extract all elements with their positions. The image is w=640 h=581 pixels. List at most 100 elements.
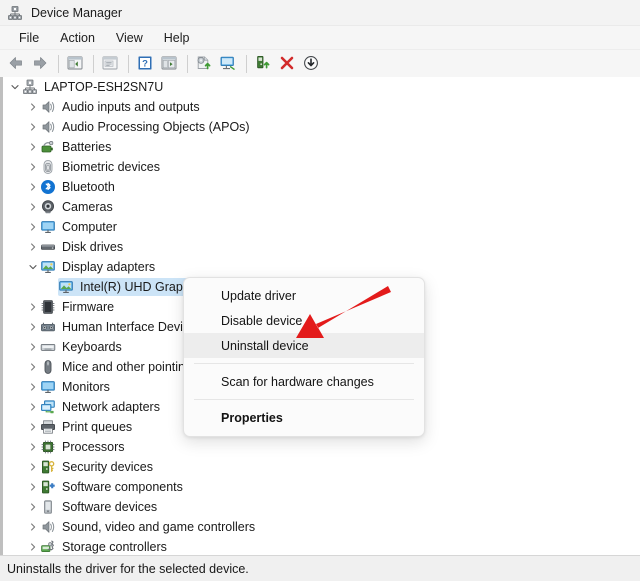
tree-item[interactable]: Computer — [0, 217, 640, 237]
tree-item[interactable]: Software devices — [0, 497, 640, 517]
tree-item-label: Audio inputs and outputs — [62, 99, 200, 115]
software-device-icon — [40, 499, 56, 515]
menu-file[interactable]: File — [10, 29, 48, 47]
show-hide-action-pane-icon — [160, 54, 178, 75]
toolbar-back[interactable] — [5, 53, 27, 75]
chevron-right-icon[interactable] — [26, 157, 40, 177]
speaker-icon — [40, 519, 56, 535]
computer-root-icon — [22, 79, 38, 95]
chevron-down-icon[interactable] — [26, 257, 40, 277]
ctx-properties[interactable]: Properties — [184, 405, 424, 430]
tree-item-label: Human Interface Devices — [62, 319, 202, 335]
tree-item-label: Bluetooth — [62, 179, 115, 195]
toolbar-forward[interactable] — [29, 53, 51, 75]
chevron-right-icon[interactable] — [26, 137, 40, 157]
speaker-icon — [40, 119, 56, 135]
chevron-right-icon[interactable] — [26, 357, 40, 377]
device-manager-icon — [7, 5, 23, 21]
chevron-right-icon[interactable] — [26, 417, 40, 437]
chevron-right-icon[interactable] — [26, 217, 40, 237]
tree-item[interactable]: Security devices — [0, 457, 640, 477]
toolbar-enable-device[interactable] — [252, 53, 274, 75]
tree-no-chevron — [44, 277, 58, 297]
tree-item[interactable]: Disk drives — [0, 237, 640, 257]
toolbar-help[interactable]: ? — [134, 53, 156, 75]
ctx-scan-hardware-changes[interactable]: Scan for hardware changes — [184, 369, 424, 394]
show-hide-console-tree-icon — [66, 54, 84, 75]
tree-item[interactable]: Processors — [0, 437, 640, 457]
tree-item[interactable]: Sound, video and game controllers — [0, 517, 640, 537]
menu-bar: FileActionViewHelp — [0, 26, 640, 50]
toolbar-uninstall-device[interactable] — [276, 53, 298, 75]
context-menu[interactable]: Update driverDisable deviceUninstall dev… — [183, 277, 425, 437]
tree-root-item[interactable]: LAPTOP-ESH2SN7U — [0, 77, 640, 97]
mouse-icon — [40, 359, 56, 375]
security-device-icon — [40, 459, 56, 475]
chevron-right-icon[interactable] — [26, 97, 40, 117]
monitor-icon — [40, 219, 56, 235]
tree-item[interactable]: Software components — [0, 477, 640, 497]
monitor-icon — [40, 379, 56, 395]
toolbar-separator — [58, 55, 59, 73]
bluetooth-icon — [40, 179, 56, 195]
toolbar-console-tree[interactable] — [64, 53, 86, 75]
tree-item[interactable]: Storage controllers — [0, 537, 640, 556]
ctx-uninstall-device[interactable]: Uninstall device — [184, 333, 424, 358]
chevron-right-icon[interactable] — [26, 537, 40, 556]
tree-item[interactable]: Audio inputs and outputs — [0, 97, 640, 117]
camera-icon — [40, 199, 56, 215]
toolbar: ? — [0, 50, 640, 79]
firmware-icon — [40, 299, 56, 315]
chevron-right-icon[interactable] — [26, 457, 40, 477]
toolbar-separator — [187, 55, 188, 73]
toolbar-action-pane[interactable] — [158, 53, 180, 75]
chevron-right-icon[interactable] — [26, 477, 40, 497]
chevron-right-icon[interactable] — [26, 497, 40, 517]
menu-view[interactable]: View — [107, 29, 152, 47]
toolbar-update-driver[interactable] — [193, 53, 215, 75]
chevron-right-icon[interactable] — [26, 337, 40, 357]
tree-item[interactable]: Batteries — [0, 137, 640, 157]
tree-item-label: Processors — [62, 439, 125, 455]
enable-device-icon — [254, 54, 272, 75]
network-adapter-icon — [40, 399, 56, 415]
chevron-right-icon[interactable] — [26, 397, 40, 417]
chevron-right-icon[interactable] — [26, 377, 40, 397]
tree-item[interactable]: Display adapters — [0, 257, 640, 277]
toolbar-separator — [246, 55, 247, 73]
tree-item[interactable]: Cameras — [0, 197, 640, 217]
tree-item-label: Network adapters — [62, 399, 160, 415]
chevron-right-icon[interactable] — [26, 517, 40, 537]
menu-help[interactable]: Help — [155, 29, 199, 47]
back-arrow-icon — [7, 54, 25, 75]
chevron-right-icon[interactable] — [26, 297, 40, 317]
chevron-right-icon[interactable] — [26, 237, 40, 257]
chevron-right-icon[interactable] — [26, 177, 40, 197]
chevron-right-icon[interactable] — [26, 317, 40, 337]
toolbar-properties[interactable] — [99, 53, 121, 75]
processor-icon — [40, 439, 56, 455]
tree-item[interactable]: Bluetooth — [0, 177, 640, 197]
properties-icon — [101, 54, 119, 75]
chevron-down-icon[interactable] — [8, 77, 22, 97]
tree-item-label: Display adapters — [62, 259, 155, 275]
tree-item[interactable]: Audio Processing Objects (APOs) — [0, 117, 640, 137]
toolbar-separator — [93, 55, 94, 73]
tree-item-label: Security devices — [62, 459, 153, 475]
chevron-right-icon[interactable] — [26, 437, 40, 457]
tree-item-label: Firmware — [62, 299, 114, 315]
tree-item-label: Keyboards — [62, 339, 122, 355]
ctx-disable-device[interactable]: Disable device — [184, 308, 424, 333]
fingerprint-icon — [40, 159, 56, 175]
menu-action[interactable]: Action — [51, 29, 104, 47]
toolbar-scan-hardware[interactable] — [217, 53, 239, 75]
tree-item-label: Software devices — [62, 499, 157, 515]
ctx-update-driver[interactable]: Update driver — [184, 283, 424, 308]
speaker-icon — [40, 99, 56, 115]
toolbar-disable-device[interactable] — [300, 53, 322, 75]
chevron-right-icon[interactable] — [26, 197, 40, 217]
tree-item[interactable]: Biometric devices — [0, 157, 640, 177]
chevron-right-icon[interactable] — [26, 117, 40, 137]
tree-item-label: Batteries — [62, 139, 111, 155]
svg-text:?: ? — [142, 58, 148, 69]
